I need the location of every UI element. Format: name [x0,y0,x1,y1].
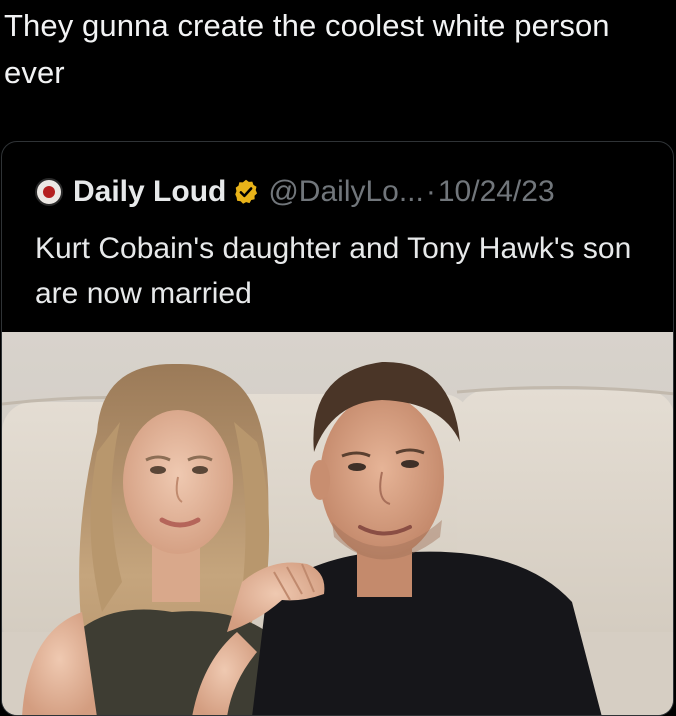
photo-couple-on-sofa[interactable] [2,332,673,715]
post-text: They gunna create the coolest white pers… [4,8,610,90]
daily-loud-avatar-icon[interactable] [35,178,63,206]
quoted-post-card[interactable]: Daily Loud @DailyLo... · 10/24/23 Kurt C… [1,141,674,716]
quoted-post-header: Daily Loud @DailyLo... · 10/24/23 [35,174,555,210]
quoted-post-text: Kurt Cobain's daughter and Tony Hawk's s… [35,232,632,310]
author-handle[interactable]: @DailyLo... [268,175,424,209]
separator-dot: · [425,175,436,208]
author-display-name[interactable]: Daily Loud [73,175,226,209]
post-date[interactable]: 10/24/23 [438,175,555,209]
verified-badge-icon [235,179,258,204]
